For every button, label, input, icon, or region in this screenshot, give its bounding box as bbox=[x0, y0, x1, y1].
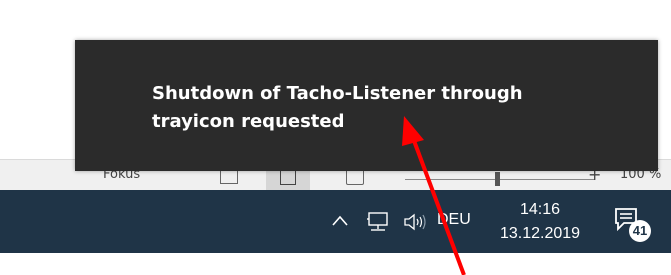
network-icon[interactable] bbox=[365, 211, 391, 233]
taskbar: DEU 14:16 13.12.2019 41 bbox=[0, 190, 671, 253]
zoom-slider-track[interactable] bbox=[405, 179, 595, 180]
zoom-slider-thumb[interactable] bbox=[495, 172, 500, 186]
toast-message: Shutdown of Tacho-Listener through trayi… bbox=[152, 80, 612, 136]
input-language-indicator[interactable]: DEU bbox=[437, 211, 471, 229]
chevron-up-icon[interactable] bbox=[331, 212, 349, 230]
print-layout-icon[interactable] bbox=[280, 169, 296, 185]
notification-count-badge: 41 bbox=[629, 220, 651, 242]
notification-toast[interactable]: Shutdown of Tacho-Listener through trayi… bbox=[75, 40, 658, 171]
page-bottom-margin bbox=[0, 253, 671, 275]
read-mode-icon[interactable] bbox=[220, 170, 238, 184]
web-layout-icon[interactable] bbox=[346, 169, 364, 185]
volume-icon[interactable] bbox=[402, 211, 430, 233]
taskbar-clock[interactable]: 14:16 13.12.2019 bbox=[490, 198, 590, 246]
action-center-button[interactable]: 41 bbox=[613, 206, 653, 244]
clock-time: 14:16 bbox=[519, 201, 561, 218]
screenshot-frame: Fokus + 100 % Shutdown of Tacho-Listener… bbox=[0, 0, 671, 275]
toast-message-line2: trayicon requested bbox=[152, 111, 345, 132]
toast-message-line1: Shutdown of Tacho-Listener through bbox=[152, 83, 523, 104]
clock-date: 13.12.2019 bbox=[499, 225, 581, 242]
